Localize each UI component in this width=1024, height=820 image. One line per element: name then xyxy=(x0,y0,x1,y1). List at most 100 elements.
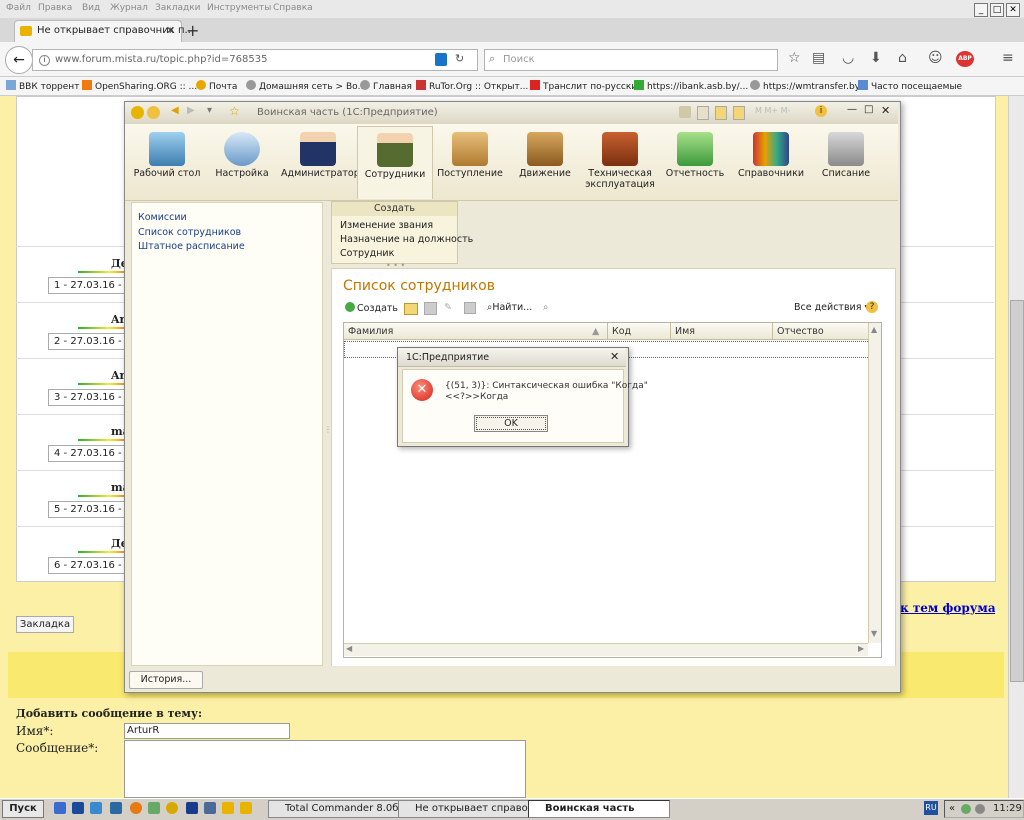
menu-tools[interactable]: Инструменты xyxy=(207,3,271,13)
hamburger-menu-icon[interactable]: ≡ xyxy=(1002,50,1014,66)
network-icon[interactable] xyxy=(110,802,122,814)
tab-close-icon[interactable]: ✕ xyxy=(166,24,175,37)
all-actions-menu[interactable]: Все действия ▾ xyxy=(794,302,869,313)
nav-link-employee-list[interactable]: Список сотрудников xyxy=(138,227,241,238)
column-header-name[interactable]: Имя xyxy=(675,326,695,337)
tray-app-icon[interactable] xyxy=(961,804,971,814)
language-indicator[interactable]: RU xyxy=(924,801,938,815)
create-employee[interactable]: Сотрудник xyxy=(340,248,394,259)
create-folder-icon[interactable] xyxy=(404,303,418,315)
message-textarea[interactable] xyxy=(124,740,526,798)
section-writeoff[interactable]: Списание xyxy=(809,126,883,198)
section-tech-operation[interactable]: Техническая эксплуатация xyxy=(582,126,658,198)
chat-icon[interactable]: ☺ xyxy=(928,50,943,66)
cancel-search-icon[interactable]: ⌕ xyxy=(543,302,548,313)
forward-arrow-icon[interactable]: ▶ xyxy=(187,105,195,116)
bookmark-item[interactable]: Часто посещаемые xyxy=(858,80,962,92)
calendar-icon[interactable] xyxy=(715,106,727,120)
history-button[interactable]: История... xyxy=(129,671,203,689)
menu-file[interactable]: Файл xyxy=(6,3,31,13)
bookmark-item[interactable]: RuTor.Org :: Открыт... xyxy=(416,80,528,92)
maximize-icon[interactable]: □ xyxy=(990,3,1004,17)
taskbar-item-1c[interactable]: Воинская часть xyxy=(528,800,670,818)
bookmark-item[interactable]: Домашняя сеть > Во... xyxy=(246,80,366,92)
find-button[interactable]: ⌕Найти... xyxy=(487,302,532,313)
dropdown-icon[interactable]: ▾ xyxy=(207,105,212,116)
forum-topics-link[interactable]: к тем форума xyxy=(900,601,995,615)
close-icon[interactable]: ✕ xyxy=(881,104,890,117)
menu-help[interactable]: Справка xyxy=(273,3,313,13)
bookmark-item[interactable]: ВВК торрент xyxy=(6,80,79,92)
menu-view[interactable]: Вид xyxy=(82,3,100,13)
1c-menu-icon[interactable] xyxy=(147,106,160,119)
edit-icon[interactable]: ✎ xyxy=(444,302,452,313)
firefox-icon[interactable] xyxy=(130,802,142,814)
menu-bookmarks[interactable]: Закладки xyxy=(155,3,201,13)
delete-mark-icon[interactable] xyxy=(464,302,476,314)
section-catalogs[interactable]: Справочники xyxy=(734,126,808,198)
download-icon[interactable]: ⬇ xyxy=(870,50,882,66)
name-input[interactable]: ArturR xyxy=(124,723,290,739)
calculator-icon[interactable] xyxy=(733,106,745,120)
explorer-icon[interactable] xyxy=(54,802,66,814)
back-arrow-icon[interactable]: ◀ xyxy=(171,105,179,116)
bookmark-item[interactable]: OpenSharing.ORG :: ... xyxy=(82,80,197,92)
section-reports[interactable]: Отчетность xyxy=(658,126,732,198)
reading-list-icon[interactable]: ▤ xyxy=(812,50,825,66)
table-hscrollbar[interactable]: ◀ ▶ xyxy=(344,643,868,656)
bookmark-item[interactable]: Транслит по-русски xyxy=(530,80,637,92)
help-icon[interactable]: ? xyxy=(866,301,878,313)
column-header-patronymic[interactable]: Отчество xyxy=(777,326,824,337)
table-vscrollbar[interactable]: ▲ ▼ xyxy=(868,323,881,643)
create-button[interactable]: Создать xyxy=(345,302,398,314)
search-bar[interactable]: ⌕ Поиск xyxy=(484,49,778,71)
tray-volume-icon[interactable] xyxy=(975,804,985,814)
nav-link-commissions[interactable]: Комиссии xyxy=(138,212,187,223)
page-info-icon[interactable] xyxy=(435,53,447,66)
photoshop-icon[interactable] xyxy=(186,802,198,814)
url-bar[interactable]: i www.forum.mista.ru/topic.php?id=768535… xyxy=(32,49,478,71)
tray-expand-icon[interactable]: « xyxy=(949,801,955,817)
tool-icon[interactable] xyxy=(679,106,691,118)
sort-asc-icon[interactable]: ▲ xyxy=(592,326,599,337)
taskbar-item-totalcmd[interactable]: Total Commander 8.0б2... xyxy=(268,800,400,818)
bookmark-star-icon[interactable]: ☆ xyxy=(788,50,801,66)
app-icon[interactable] xyxy=(148,802,160,814)
document-icon[interactable] xyxy=(697,106,709,120)
minimize-icon[interactable]: _ xyxy=(974,3,988,17)
bookmark-item[interactable]: Главная xyxy=(360,80,412,92)
new-tab-icon[interactable]: + xyxy=(186,21,199,40)
home-icon[interactable]: ⌂ xyxy=(898,50,907,66)
column-separator[interactable] xyxy=(670,323,671,339)
scroll-up-icon[interactable]: ▲ xyxy=(871,325,877,334)
app-icon[interactable] xyxy=(204,802,216,814)
reload-icon[interactable]: ↻ xyxy=(455,52,464,65)
1c-icon[interactable] xyxy=(240,802,252,814)
app-icon[interactable] xyxy=(166,802,178,814)
bookmark-button[interactable]: Закладка xyxy=(16,616,74,633)
section-receipt[interactable]: Поступление xyxy=(433,126,507,198)
section-desktop[interactable]: Рабочий стол xyxy=(130,126,204,198)
scroll-right-icon[interactable]: ▶ xyxy=(858,644,864,653)
back-button[interactable]: ← xyxy=(5,46,33,74)
section-admin[interactable]: Администратор xyxy=(281,126,360,198)
clock[interactable]: 11:29 xyxy=(993,801,1022,817)
bookmark-item[interactable]: Почта xyxy=(196,80,237,92)
close-icon[interactable]: ✕ xyxy=(1006,3,1020,17)
column-separator[interactable] xyxy=(772,323,773,339)
memory-buttons[interactable]: M M+ M- xyxy=(755,106,790,115)
info-icon[interactable]: i xyxy=(39,55,50,66)
menu-edit[interactable]: Правка xyxy=(38,3,72,13)
save-icon[interactable] xyxy=(72,802,84,814)
pocket-icon[interactable]: ◡ xyxy=(842,50,854,66)
section-settings[interactable]: Настройка xyxy=(205,126,279,198)
info-icon[interactable]: i xyxy=(815,105,827,117)
menu-history[interactable]: Журнал xyxy=(110,3,148,13)
scroll-down-icon[interactable]: ▼ xyxy=(871,629,877,638)
section-movement[interactable]: Движение xyxy=(508,126,582,198)
page-scroll-thumb[interactable] xyxy=(1010,300,1024,682)
create-rank-change[interactable]: Изменение звания xyxy=(340,220,433,231)
section-employees[interactable]: Сотрудники xyxy=(357,126,433,199)
column-header-surname[interactable]: Фамилия xyxy=(348,326,393,337)
minimize-icon[interactable]: — xyxy=(847,104,857,115)
